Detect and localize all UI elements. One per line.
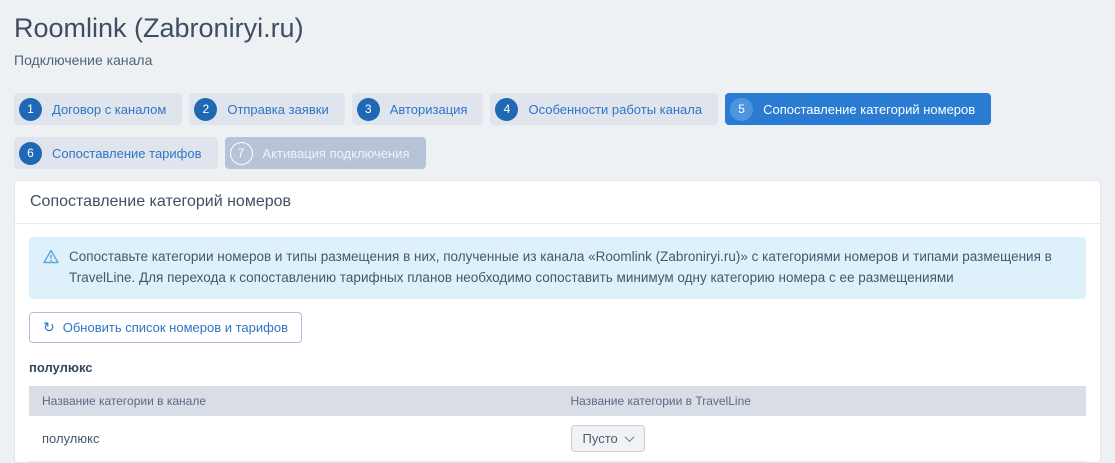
table-row: полулюкс Пусто bbox=[29, 415, 1086, 462]
wizard-step[interactable]: 5 Сопоставление категорий номеров bbox=[725, 93, 992, 126]
wizard-step[interactable]: 4 Особенности работы канала bbox=[490, 93, 719, 126]
column-header-travelline-category: Название категории в TravelLine bbox=[557, 385, 1086, 416]
wizard-step[interactable]: 6 Сопоставление тарифов bbox=[14, 137, 218, 170]
step-number-badge: 6 bbox=[19, 141, 42, 165]
step-number-badge: 3 bbox=[356, 97, 380, 121]
wizard-step[interactable]: 2 Отправка заявки bbox=[189, 93, 345, 126]
wizard-step[interactable]: 1 Договор с каналом bbox=[14, 93, 183, 126]
alert-text: Сопоставьте категории номеров и типы раз… bbox=[69, 249, 1052, 285]
panel-body: Сопоставьте категории номеров и типы раз… bbox=[15, 224, 1100, 462]
step-label: Авторизация bbox=[389, 101, 468, 117]
step-label: Активация подключения bbox=[262, 145, 410, 161]
page-subtitle: Подключение канала bbox=[14, 52, 153, 69]
panel-title: Сопоставление категорий номеров bbox=[15, 181, 1100, 225]
column-header-channel-category: Название категории в канале bbox=[29, 385, 558, 416]
step-number-badge: 1 bbox=[19, 97, 42, 121]
category-mapping-table: Название категории в канале Название кат… bbox=[29, 385, 1086, 462]
step-label: Договор с каналом bbox=[52, 101, 167, 117]
refresh-rooms-rates-button[interactable]: ↻ Обновить список номеров и тарифов bbox=[29, 311, 302, 343]
step-number-badge: 2 bbox=[194, 97, 218, 121]
step-label: Сопоставление категорий номеров bbox=[763, 101, 976, 117]
table-body: полулюкс Пусто bbox=[29, 415, 1086, 462]
wizard-step: 7 Активация подключения bbox=[224, 137, 426, 170]
wizard-step[interactable]: 3 Авторизация bbox=[351, 93, 484, 126]
chevron-down-icon bbox=[624, 432, 635, 442]
info-alert: Сопоставьте категории номеров и типы раз… bbox=[29, 237, 1086, 299]
step-number-badge: 5 bbox=[730, 97, 754, 121]
category-mapping-panel: Сопоставление категорий номеров Сопостав… bbox=[14, 180, 1101, 463]
warning-triangle-icon bbox=[43, 249, 59, 271]
wizard-steps: 1 Договор с каналом 2 Отправка заявки 3 … bbox=[14, 93, 1101, 170]
step-number-badge: 7 bbox=[229, 141, 253, 165]
travelline-category-select[interactable]: Пусто bbox=[570, 424, 645, 452]
room-group-title: полулюкс bbox=[29, 359, 93, 375]
step-number-badge: 4 bbox=[495, 97, 519, 121]
refresh-icon: ↻ bbox=[43, 319, 55, 336]
table-header-row: Название категории в канале Название кат… bbox=[29, 385, 1086, 416]
step-label: Отправка заявки bbox=[227, 101, 329, 117]
refresh-button-label: Обновить список номеров и тарифов bbox=[62, 319, 288, 335]
page-title: Roomlink (Zabroniryi.ru) bbox=[14, 13, 304, 43]
select-value: Пусто bbox=[582, 430, 618, 446]
channel-category-cell: полулюкс bbox=[29, 415, 558, 462]
step-label: Особенности работы канала bbox=[528, 101, 703, 117]
step-label: Сопоставление тарифов bbox=[52, 145, 202, 161]
travelline-category-cell: Пусто bbox=[557, 415, 1086, 462]
channel-connection-page: Roomlink (Zabroniryi.ru) Подключение кан… bbox=[0, 0, 1115, 463]
